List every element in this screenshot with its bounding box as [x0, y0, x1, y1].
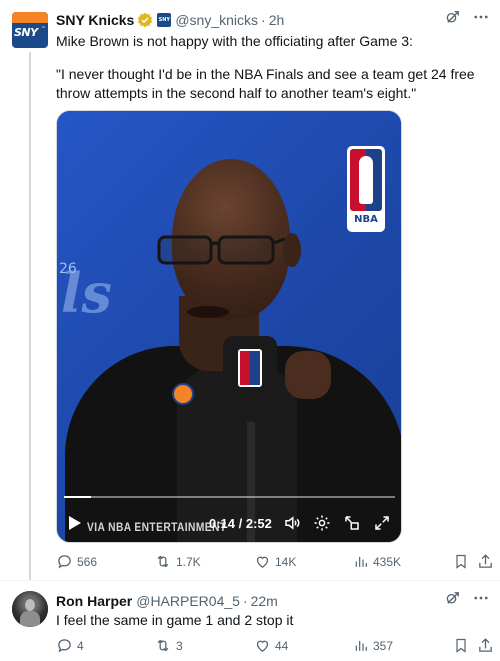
- person-hand: [285, 351, 331, 399]
- reply-like-button[interactable]: 44: [254, 637, 288, 654]
- video-frame-person: [57, 111, 401, 542]
- tweet-header: SNY Knicks SNY @sny_knicks · 2h: [56, 10, 284, 30]
- share-button[interactable]: [477, 553, 494, 570]
- header-separator: ·: [261, 12, 266, 28]
- picture-in-picture-icon[interactable]: [343, 514, 361, 532]
- heart-icon: [256, 556, 269, 568]
- avatar-trademark: ™: [41, 26, 46, 32]
- reply-timestamp[interactable]: 22m: [251, 593, 278, 609]
- reply-share-button[interactable]: [477, 637, 494, 654]
- video-timecode: 0:14 / 2:52: [209, 516, 272, 531]
- share-icon: [479, 554, 492, 568]
- reply-views-count: 357: [373, 638, 394, 653]
- tweet-text-line1: Mike Brown is not happy with the officia…: [56, 33, 413, 49]
- reply-bookmark-button[interactable]: [453, 637, 469, 654]
- mic-flag-blue: [250, 351, 260, 385]
- views-chart-icon: [355, 640, 367, 651]
- share-icon: [479, 638, 492, 652]
- repost-icon: [157, 639, 169, 652]
- person-ear: [283, 233, 301, 267]
- play-icon[interactable]: [68, 515, 82, 531]
- reply-reply-button[interactable]: 4: [56, 637, 84, 654]
- reply-header: Ron Harper @HARPER04_5 · 22m: [56, 591, 278, 611]
- repost-icon: [157, 555, 169, 568]
- avatar-photo-body: [20, 611, 40, 627]
- volume-icon[interactable]: [283, 514, 301, 532]
- reply-button[interactable]: 566: [56, 553, 97, 570]
- bookmark-icon: [456, 554, 466, 569]
- reply-repost-button[interactable]: 3: [154, 637, 183, 654]
- tweet-top-actions: [444, 8, 490, 26]
- reply-header-separator: ·: [242, 593, 248, 609]
- video-player[interactable]: 26 ls NBA VIA NBA ENTERTAINMENT 0:14 / 2…: [56, 110, 402, 543]
- video-watermark: VIA NBA ENTERTAINMENT: [87, 520, 227, 534]
- repost-count: 1.7K: [176, 554, 201, 569]
- verified-badge-icon: [137, 12, 153, 28]
- affiliate-badge-icon[interactable]: SNY: [157, 13, 172, 27]
- author-name[interactable]: SNY Knicks: [56, 12, 134, 28]
- reply-icon: [58, 639, 71, 653]
- author-handle[interactable]: @sny_knicks: [175, 12, 258, 28]
- mic-flag-red: [240, 351, 250, 385]
- reply-text: I feel the same in game 1 and 2 stop it: [56, 612, 294, 628]
- grok-icon[interactable]: [444, 8, 462, 26]
- reply-author-name[interactable]: Ron Harper: [56, 593, 132, 609]
- main-tweet[interactable]: SNY ™ SNY Knicks SNY @sny_knicks · 2h Mi…: [0, 0, 500, 580]
- reply-author-handle[interactable]: @HARPER04_5: [136, 593, 240, 609]
- video-progress-bar[interactable]: [64, 496, 395, 498]
- ron-harper-avatar[interactable]: [12, 591, 48, 627]
- avatar-photo-head: [25, 599, 35, 611]
- fullscreen-icon[interactable]: [373, 514, 391, 532]
- video-progress-fill: [64, 496, 91, 498]
- reply-repost-count: 3: [176, 638, 183, 653]
- views-count: 435K: [373, 554, 402, 569]
- reply-views-button[interactable]: 357: [353, 637, 393, 654]
- tweet-timestamp[interactable]: 2h: [269, 12, 285, 28]
- sny-knicks-avatar[interactable]: SNY ™: [12, 12, 48, 48]
- like-count: 14K: [275, 554, 297, 569]
- more-options-icon[interactable]: [472, 8, 490, 26]
- reply-more-options-icon[interactable]: [472, 589, 490, 607]
- heart-icon: [256, 640, 269, 652]
- thread-line: [29, 52, 31, 580]
- avatar-logo-text: SNY: [14, 26, 38, 39]
- person-glasses: [157, 235, 285, 265]
- mic-nba-flag: [238, 349, 262, 387]
- views-button[interactable]: 435K: [353, 553, 401, 570]
- main-tweet-action-bar: 566 1.7K 14K 435K: [56, 553, 500, 573]
- reply-grok-icon[interactable]: [444, 589, 462, 607]
- reply-icon: [58, 555, 71, 569]
- reply-like-count: 44: [275, 638, 289, 653]
- reply-action-bar: 4 3 44 357: [56, 637, 500, 657]
- views-chart-icon: [355, 556, 367, 567]
- reply-tweet[interactable]: Ron Harper @HARPER04_5 · 22m I feel the …: [0, 580, 500, 661]
- repost-button[interactable]: 1.7K: [154, 553, 201, 570]
- person-mouth: [187, 306, 229, 318]
- bookmark-button[interactable]: [453, 553, 469, 570]
- tweet-quote-text: "I never thought I'd be in the NBA Final…: [56, 66, 475, 101]
- bookmark-icon: [456, 638, 466, 653]
- reply-top-actions: [444, 589, 490, 607]
- settings-gear-icon[interactable]: [313, 514, 331, 532]
- reply-count: 566: [77, 554, 98, 569]
- knicks-logo-icon: [172, 383, 194, 405]
- avatar-stripe: [12, 12, 48, 23]
- like-button[interactable]: 14K: [254, 553, 296, 570]
- reply-reply-count: 4: [77, 638, 84, 653]
